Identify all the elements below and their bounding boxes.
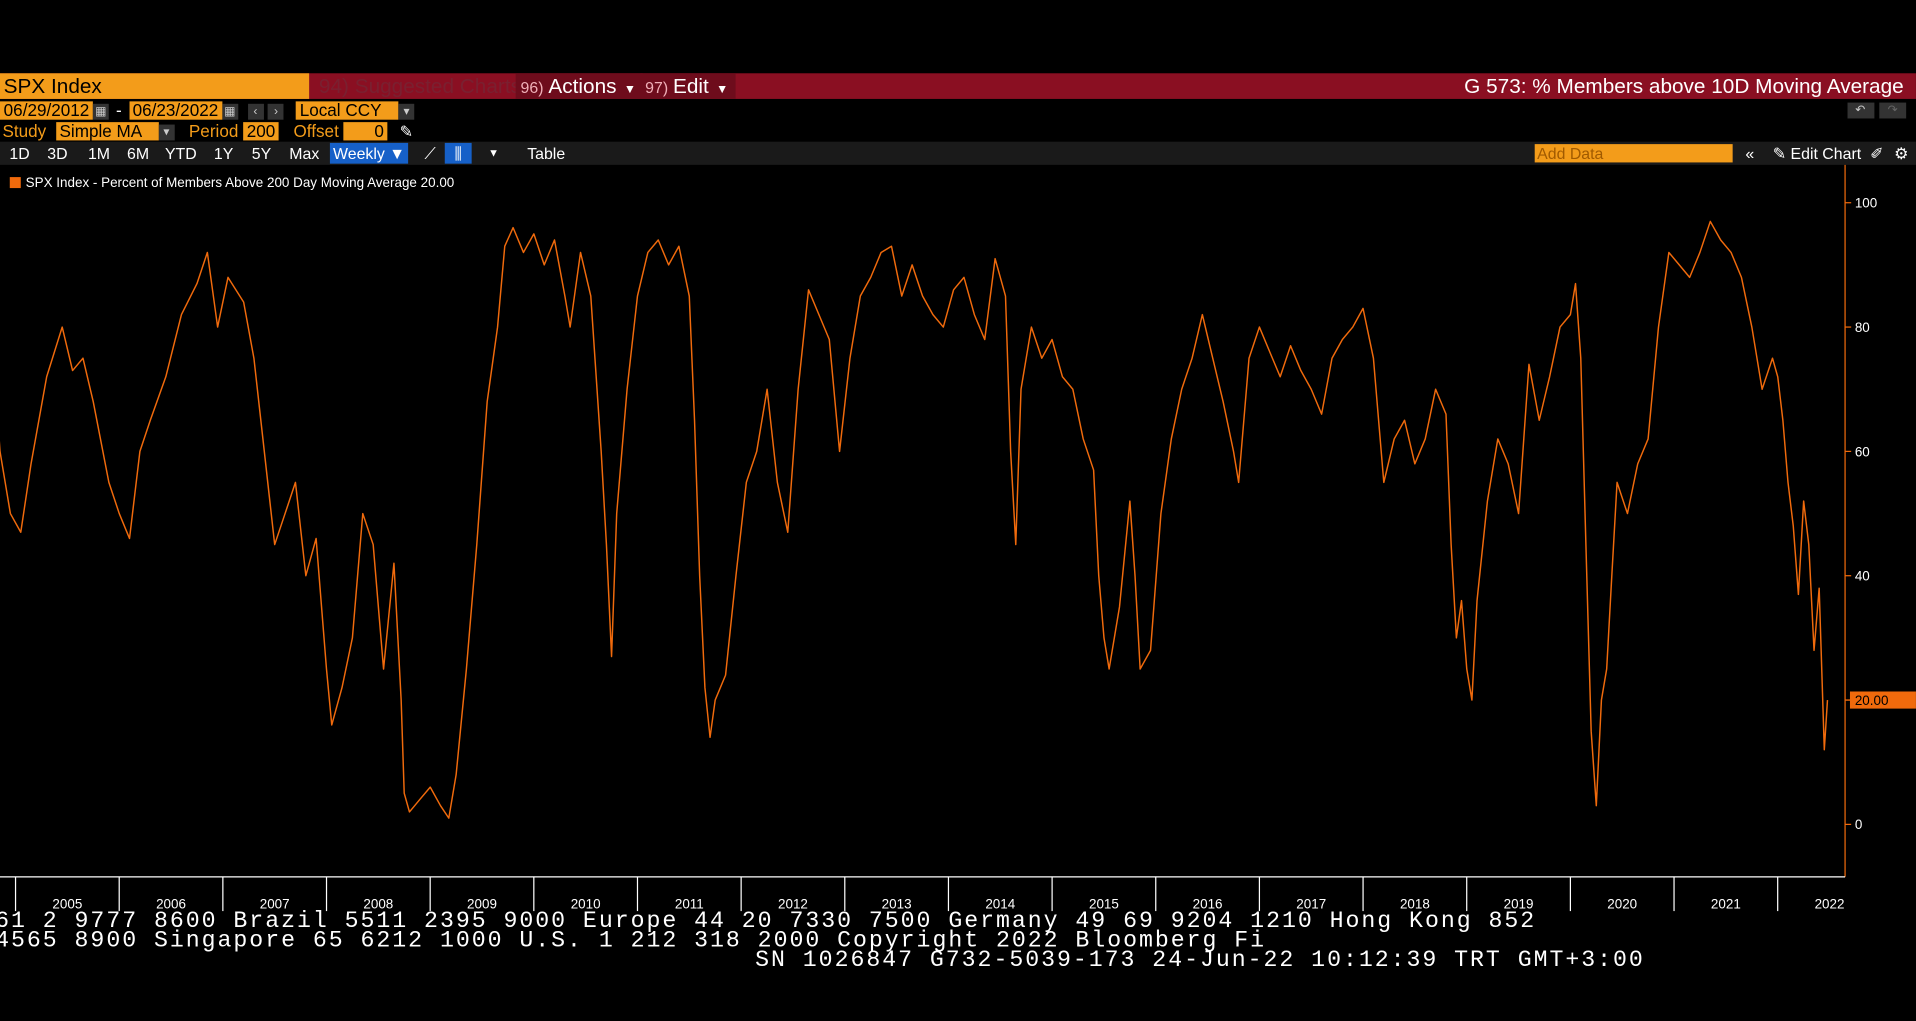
y-tick-label: 60 [1855, 444, 1870, 459]
ticker-line-3: SN 1026847 G732-5039-173 24-Jun-22 10:12… [755, 946, 1645, 974]
y-tick-label: 40 [1855, 569, 1870, 584]
series-line [0, 220, 1829, 819]
chart: 0204060801002005200620072008200920102011… [0, 164, 1916, 912]
y-tick-label: 100 [1855, 196, 1877, 211]
x-tick-label: 2021 [1711, 897, 1741, 912]
y-tick-label: 0 [1855, 817, 1862, 832]
last-value-label: 20.00 [1855, 693, 1889, 708]
y-tick-label: 80 [1855, 320, 1870, 335]
x-tick-label: 2022 [1815, 897, 1845, 912]
x-tick-label: 2020 [1607, 897, 1637, 912]
